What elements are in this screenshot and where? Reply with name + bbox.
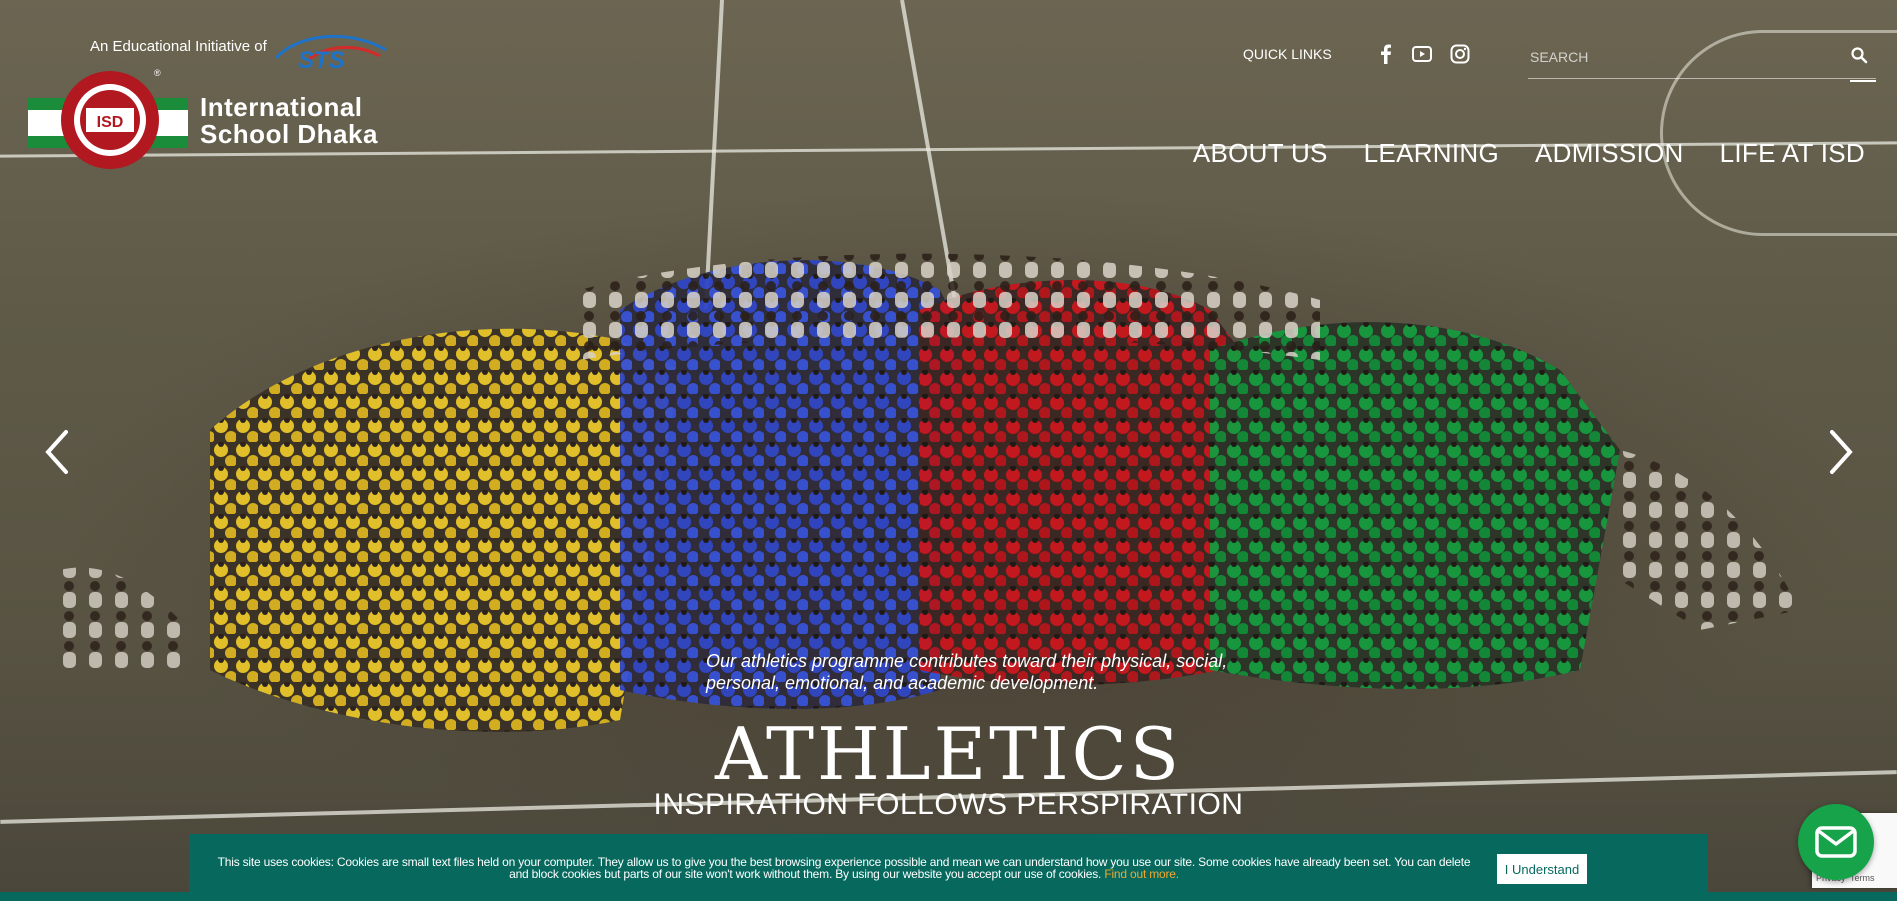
search-icon[interactable]: [1850, 46, 1868, 64]
nav-item-learning[interactable]: LEARNING: [1364, 138, 1499, 169]
slide-title: ATHLETICS: [714, 712, 1183, 796]
slide-subtitle: Our athletics programme contributes towa…: [706, 651, 1228, 693]
youtube-icon[interactable]: [1412, 44, 1432, 64]
cookie-text: This site uses cookies: Cookies are smal…: [217, 855, 1471, 881]
hero-slider: An Educational Initiative of STS ® ISD I…: [0, 0, 1897, 901]
cookie-text-block: This site uses cookies: Cookies are smal…: [209, 856, 1479, 880]
sts-logo-icon: STS: [274, 34, 387, 74]
cookie-accept-button[interactable]: I Understand: [1497, 854, 1587, 884]
school-name-line1: International: [200, 92, 363, 122]
chevron-right-icon[interactable]: [1826, 428, 1856, 476]
cookie-find-out-more-link[interactable]: Find out more.: [1104, 867, 1179, 881]
search-input[interactable]: [1528, 44, 1832, 70]
nav-item-life-at-isd[interactable]: LIFE AT ISD: [1720, 138, 1865, 169]
facebook-icon[interactable]: [1376, 44, 1396, 64]
search-underline: [1850, 80, 1876, 82]
isd-logo[interactable]: An Educational Initiative of STS ® ISD I…: [28, 28, 388, 178]
chevron-left-icon[interactable]: [42, 428, 72, 476]
main-nav: ABOUT US LEARNING ADMISSION LIFE AT ISD: [1193, 138, 1865, 169]
nav-item-admission[interactable]: ADMISSION: [1535, 138, 1684, 169]
slide-tagline: INSPIRATION FOLLOWS PERSPIRATION: [653, 788, 1244, 821]
educational-initiative-text: An Educational Initiative of: [90, 38, 267, 55]
quick-links-link[interactable]: QUICK LINKS: [1243, 46, 1332, 62]
cookie-banner: This site uses cookies: Cookies are smal…: [189, 834, 1708, 901]
isd-seal-icon: ISD: [61, 71, 159, 169]
svg-text:ISD: ISD: [97, 114, 124, 131]
school-name-line2: School Dhaka: [200, 119, 378, 149]
instagram-icon[interactable]: [1450, 44, 1470, 64]
mail-icon: [1815, 826, 1857, 858]
svg-text:STS: STS: [298, 47, 345, 74]
search-box: [1528, 38, 1876, 82]
nav-item-about-us[interactable]: ABOUT US: [1193, 138, 1328, 169]
school-name: International School Dhaka: [200, 94, 378, 148]
contact-mail-button[interactable]: [1798, 804, 1874, 880]
